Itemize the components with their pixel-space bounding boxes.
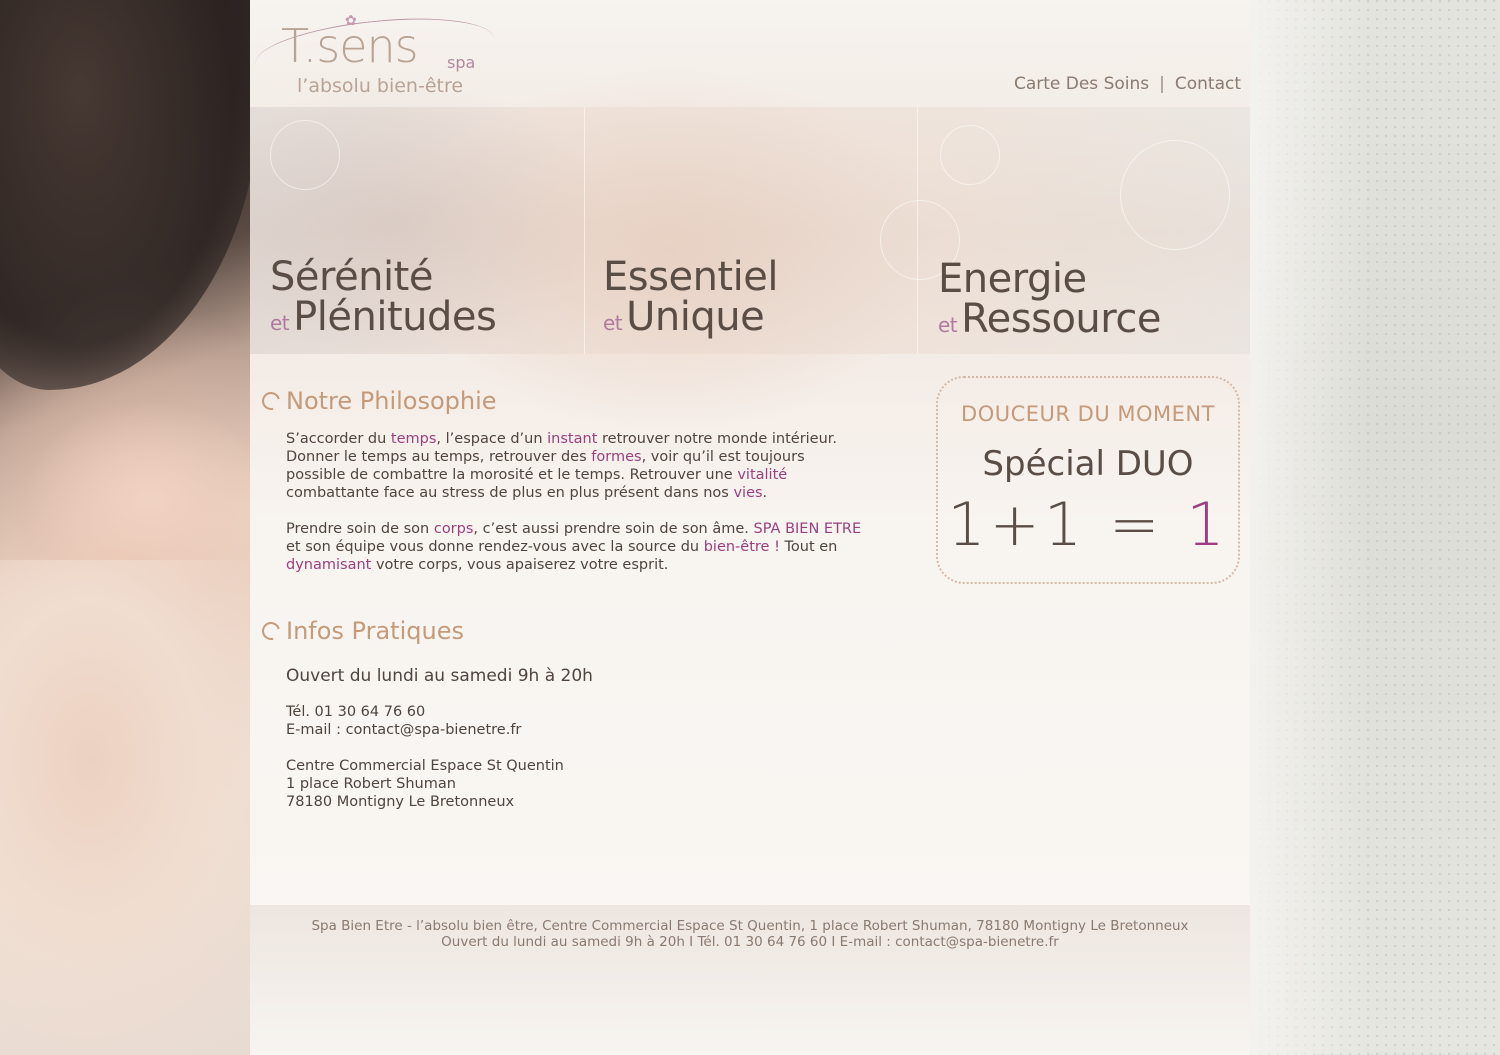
promo-equation: 1+1 = 1 (947, 490, 1229, 560)
spiral-icon (258, 388, 284, 414)
footer: Spa Bien Etre - l’absolu bien être, Cent… (250, 918, 1250, 950)
banner-energie[interactable]: Energie et Ressource (938, 256, 1161, 342)
banner-et: et (603, 311, 623, 335)
decor-swirl (1120, 140, 1230, 250)
address-line-1: Centre Commercial Espace St Quentin (286, 758, 564, 774)
contact-info: Tél. 01 30 64 76 60 E-mail : contact@spa… (286, 703, 521, 739)
background-photo-woman (0, 0, 260, 1055)
email-link[interactable]: E-mail : contact@spa-bienetre.fr (286, 721, 521, 739)
banner-et: et (270, 311, 290, 335)
logo-tagline: l’absolu bien-être (297, 75, 464, 97)
banner-essentiel[interactable]: Essentiel et Unique (603, 254, 778, 340)
banner-serenite[interactable]: Sérénité et Plénitudes (270, 254, 497, 340)
address: Centre Commercial Espace St Quentin 1 pl… (286, 757, 564, 811)
promo-title: DOUCEUR DU MOMENT (961, 402, 1215, 426)
philosophy-paragraph-1: S’accorder du temps, l’espace d’un insta… (286, 431, 838, 501)
banner-title-line2: Ressource (961, 296, 1161, 342)
nav-separator: | (1159, 74, 1165, 94)
opening-hours: Ouvert du lundi au samedi 9h à 20h (286, 666, 593, 686)
decor-swirl (270, 120, 340, 190)
section-title-philosophie: Notre Philosophie (258, 387, 497, 415)
background-hair (0, 0, 260, 390)
banner-title-line2: Unique (626, 294, 765, 340)
decor-swirl (940, 125, 1000, 185)
footer-line-2: Ouvert du lundi au samedi 9h à 20h I Tél… (441, 934, 1059, 950)
nav-link-carte-des-soins[interactable]: Carte Des Soins (1014, 74, 1149, 94)
promo-box[interactable]: DOUCEUR DU MOMENT Spécial DUO 1+1 = 1 (936, 376, 1240, 584)
logo-brand: T.sens (281, 19, 419, 73)
phone: Tél. 01 30 64 76 60 (286, 704, 426, 720)
nav-link-contact[interactable]: Contact (1175, 74, 1241, 94)
footer-line-1: Spa Bien Etre - l’absolu bien être, Cent… (311, 918, 1189, 934)
top-nav: Carte Des Soins | Contact (1014, 74, 1241, 94)
logo-spa: spa (447, 53, 476, 72)
background-shoulder (0, 560, 250, 1055)
promo-subtitle: Spécial DUO (982, 444, 1194, 484)
logo[interactable]: ✿ T.sens spa l’absolu bien-être (252, 8, 515, 105)
address-line-2: 1 place Robert Shuman (286, 776, 456, 792)
banner-title-line2: Plénitudes (293, 294, 497, 340)
section-title-infos: Infos Pratiques (258, 617, 464, 645)
address-line-3: 78180 Montigny Le Bretonneux (286, 794, 515, 810)
promo-result: 1 (1186, 490, 1229, 560)
banner-et: et (938, 313, 958, 337)
philosophy-paragraph-2: Prendre soin de son corps, c’est aussi p… (286, 521, 862, 573)
spiral-icon (258, 618, 284, 644)
